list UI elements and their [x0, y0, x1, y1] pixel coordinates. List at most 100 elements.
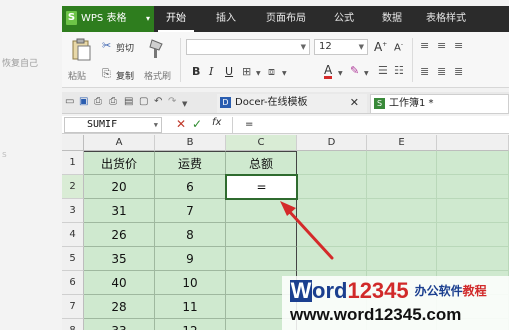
print-preview-icon[interactable]: ⎙: [94, 96, 102, 108]
chevron-down-icon[interactable]: ▼: [338, 68, 343, 80]
name-box[interactable]: SUMIF ▼: [64, 117, 162, 133]
font-name-select[interactable]: ▼: [186, 39, 310, 55]
select-all-corner[interactable]: [62, 135, 84, 151]
cell-e3[interactable]: [367, 199, 437, 223]
cell-a6[interactable]: 40: [84, 271, 155, 295]
open-icon[interactable]: ▭: [65, 96, 74, 108]
paste-icon[interactable]: [70, 38, 92, 62]
chevron-down-icon[interactable]: ▼: [364, 68, 369, 80]
grow-font-button[interactable]: A+: [374, 40, 387, 54]
font-color-button[interactable]: A: [324, 64, 333, 79]
row-header-7[interactable]: 7: [62, 295, 84, 319]
tab-insert[interactable]: 插入: [208, 6, 244, 32]
undo-icon[interactable]: ↶: [154, 96, 162, 108]
tab-docer-templates[interactable]: D Docer-在线模板 ✕: [217, 94, 367, 113]
cell-a5[interactable]: 35: [84, 247, 155, 271]
column-header-f[interactable]: [437, 135, 509, 151]
enter-icon[interactable]: ✓: [192, 117, 202, 131]
app-menu-button[interactable]: S WPS 表格 ▾: [62, 6, 154, 32]
cell-b2[interactable]: 6: [155, 175, 226, 199]
indent-icon[interactable]: ☷: [394, 65, 404, 77]
tab-page-layout[interactable]: 页面布局: [258, 6, 314, 32]
copy-button[interactable]: 复制: [116, 69, 134, 82]
cell-e5[interactable]: [367, 247, 437, 271]
cell-e4[interactable]: [367, 223, 437, 247]
chevron-down-icon[interactable]: ▼: [256, 68, 261, 80]
row-header-8[interactable]: 8: [62, 319, 84, 330]
cell-b5[interactable]: 9: [155, 247, 226, 271]
print-icon[interactable]: ⎙: [109, 96, 117, 108]
chevron-down-icon[interactable]: ▼: [282, 68, 287, 80]
preview-icon[interactable]: ▢: [139, 96, 148, 108]
format-painter-button[interactable]: 格式刷: [144, 69, 171, 82]
tab-data[interactable]: 数据: [374, 6, 410, 32]
cut-button[interactable]: 剪切: [116, 41, 134, 54]
cell-f2[interactable]: [437, 175, 509, 199]
row-header-1[interactable]: 1: [62, 151, 84, 175]
align-middle-icon[interactable]: ≡: [437, 40, 446, 52]
cell-e2[interactable]: [367, 175, 437, 199]
cell-b3[interactable]: 7: [155, 199, 226, 223]
clear-format-icon[interactable]: ✎: [350, 65, 359, 77]
scissors-icon[interactable]: ✂: [102, 40, 111, 52]
cell-b8[interactable]: 12: [155, 319, 226, 330]
bold-button[interactable]: B: [192, 65, 200, 78]
close-icon[interactable]: ✕: [350, 94, 359, 112]
format-painter-icon[interactable]: [148, 38, 166, 60]
cell-a4[interactable]: 26: [84, 223, 155, 247]
cell-a8[interactable]: 33: [84, 319, 155, 330]
export-pdf-icon[interactable]: ▤: [124, 96, 133, 108]
column-header-b[interactable]: B: [155, 135, 226, 151]
cell-c4[interactable]: [226, 223, 297, 247]
cell-d3[interactable]: [297, 199, 367, 223]
tab-workbook[interactable]: S 工作簿1 *: [370, 94, 509, 113]
cell-c5[interactable]: [226, 247, 297, 271]
cell-d2[interactable]: [297, 175, 367, 199]
shrink-font-button[interactable]: A-: [394, 41, 403, 53]
redo-icon[interactable]: ↷: [168, 96, 176, 108]
tab-home[interactable]: 开始: [158, 6, 194, 32]
cell-c3[interactable]: [226, 199, 297, 223]
cell-b7[interactable]: 11: [155, 295, 226, 319]
cell-d4[interactable]: [297, 223, 367, 247]
italic-button[interactable]: I: [209, 65, 213, 78]
row-header-5[interactable]: 5: [62, 247, 84, 271]
cell-f5[interactable]: [437, 247, 509, 271]
cell-b6[interactable]: 10: [155, 271, 226, 295]
cell-a3[interactable]: 31: [84, 199, 155, 223]
cell-a7[interactable]: 28: [84, 295, 155, 319]
cell-f4[interactable]: [437, 223, 509, 247]
align-left-icon[interactable]: ≣: [420, 66, 429, 78]
formula-input[interactable]: =: [232, 117, 507, 133]
underline-button[interactable]: U: [225, 65, 233, 78]
paste-button[interactable]: 粘贴: [68, 69, 86, 82]
cell-d5[interactable]: [297, 247, 367, 271]
header-cell-c[interactable]: 总额: [226, 151, 297, 175]
header-cell-a[interactable]: 出货价: [84, 151, 155, 175]
align-right-icon[interactable]: ≣: [454, 66, 463, 78]
cell-d1[interactable]: [297, 151, 367, 175]
cell-b4[interactable]: 8: [155, 223, 226, 247]
tab-formulas[interactable]: 公式: [326, 6, 362, 32]
header-cell-b[interactable]: 运费: [155, 151, 226, 175]
chevron-down-icon[interactable]: ▼: [154, 118, 158, 132]
column-header-e[interactable]: E: [367, 135, 437, 151]
cancel-icon[interactable]: ✕: [176, 117, 186, 131]
row-header-6[interactable]: 6: [62, 271, 84, 295]
font-size-select[interactable]: 12 ▼: [314, 39, 368, 55]
cell-f3[interactable]: [437, 199, 509, 223]
cell-f1[interactable]: [437, 151, 509, 175]
wrap-text-icon[interactable]: ☰: [378, 65, 388, 77]
insert-function-button[interactable]: fx: [212, 117, 221, 128]
align-center-icon[interactable]: ≣: [437, 66, 446, 78]
save-icon[interactable]: ▣: [79, 96, 88, 108]
column-header-a[interactable]: A: [84, 135, 155, 151]
cell-e1[interactable]: [367, 151, 437, 175]
chevron-down-icon[interactable]: ▼: [182, 98, 187, 110]
column-header-d[interactable]: D: [297, 135, 367, 151]
border-icon[interactable]: ⊞: [242, 66, 251, 78]
active-cell-c2[interactable]: =: [225, 174, 298, 200]
cell-a2[interactable]: 20: [84, 175, 155, 199]
row-header-3[interactable]: 3: [62, 199, 84, 223]
row-header-2[interactable]: 2: [62, 175, 84, 199]
